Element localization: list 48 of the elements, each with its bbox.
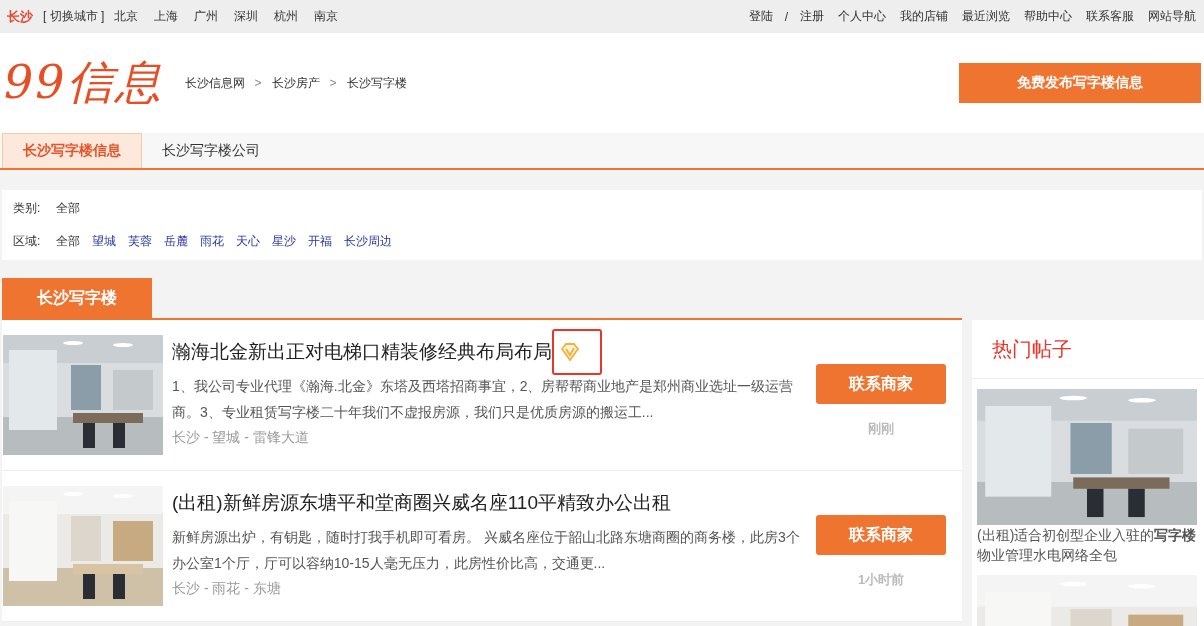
filter-option[interactable]: 望城 <box>92 233 117 250</box>
filter-label: 类别: <box>13 200 41 217</box>
listing-title[interactable]: (出租)新鲜房源东塘平和堂商圈兴威名座110平精致办公出租 <box>172 490 671 516</box>
city-link[interactable]: 广州 <box>194 8 219 25</box>
city-link[interactable]: 上海 <box>154 8 179 25</box>
listing-description: 新鲜房源出炉，有钥匙，随时打我手机即可看房。 兴威名座位于韶山北路东塘商圈的商务楼，此房3个办公室1个厅，厅可以容纳10-15人毫无压力，此房性价比高，交通更... <box>172 528 801 573</box>
switch-city-link[interactable]: [ 切换城市 ] <box>43 8 105 25</box>
nav-link[interactable]: 我的店铺 <box>900 8 948 25</box>
nav-link[interactable]: 网站导航 <box>1148 8 1196 25</box>
filter-label: 区域: <box>13 233 41 250</box>
site-logo[interactable]: 99信息 <box>4 52 163 114</box>
listing-location: 长沙 - 望城 - 雷锋大道 <box>172 429 310 447</box>
hot-posts-title: 热门帖子 <box>992 336 1072 362</box>
filter-option[interactable]: 长沙周边 <box>344 233 393 250</box>
filter-option[interactable]: 天心 <box>236 233 261 250</box>
filter-option[interactable]: 星沙 <box>272 233 297 250</box>
filter-option[interactable]: 芙蓉 <box>128 233 153 250</box>
register-link[interactable]: 注册 <box>800 8 824 25</box>
breadcrumb-separator: > <box>254 76 262 90</box>
breadcrumb-link[interactable]: 长沙房产 <box>271 74 320 92</box>
listing-description: 1、我公司专业代理《瀚海.北金》东塔及西塔招商事宜，2、房帮帮商业地产是郑州商业选址一级运营商。3、专业租赁写字楼二十年我们不虚报房源，我们只是优质房源的搬运工... <box>172 377 795 422</box>
nav-link[interactable]: 个人中心 <box>838 8 886 25</box>
nav-link[interactable]: 帮助中心 <box>1024 8 1072 25</box>
city-link[interactable]: 南京 <box>314 8 339 25</box>
filter-option[interactable]: 开福 <box>308 233 333 250</box>
filter-option[interactable]: 全部 <box>56 233 81 250</box>
nav-link[interactable]: 联系客服 <box>1086 8 1134 25</box>
nav-link[interactable]: 最近浏览 <box>962 8 1010 25</box>
filter-option[interactable]: 岳麓 <box>164 233 189 250</box>
filter-option[interactable]: 全部 <box>56 200 81 217</box>
current-city: 长沙 <box>7 7 33 26</box>
hot-post-link[interactable]: (出租)适合初创型企业入驻的写字楼物业管理水电网络全包 <box>977 525 1199 565</box>
breadcrumb-separator: > <box>329 76 337 90</box>
city-link[interactable]: 深圳 <box>234 8 259 25</box>
city-link[interactable]: 北京 <box>114 8 139 25</box>
post-time: 1小时前 <box>857 571 905 589</box>
city-link[interactable]: 杭州 <box>274 8 299 25</box>
listing-location: 长沙 - 雨花 - 东塘 <box>172 580 282 598</box>
separator: / <box>784 9 788 24</box>
tab[interactable]: 长沙写字楼公司 <box>142 133 280 168</box>
listing-title[interactable]: 瀚海北金新出正对电梯口精装修经典布局布局 <box>172 339 552 365</box>
filter-option[interactable]: 雨花 <box>200 233 225 250</box>
breadcrumb-link[interactable]: 长沙写字楼 <box>346 74 407 92</box>
post-time: 刚刚 <box>868 420 894 438</box>
section-title: 长沙写字楼 <box>2 278 152 318</box>
diamond-badge-icon <box>560 343 580 361</box>
login-link[interactable]: 登陆 <box>748 8 773 25</box>
breadcrumb-link[interactable]: 长沙信息网 <box>184 74 245 92</box>
